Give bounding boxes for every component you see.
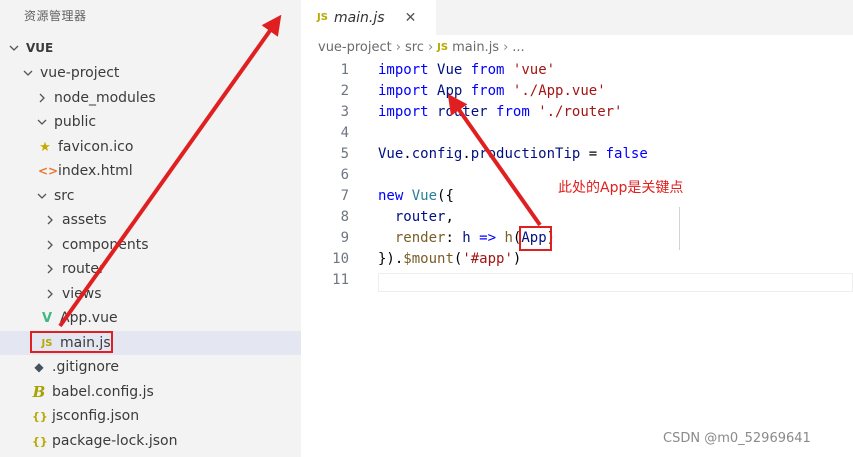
arrow-to-import-app xyxy=(447,93,542,227)
annotation-arrows xyxy=(58,14,542,328)
arrow-to-tab xyxy=(58,14,282,328)
